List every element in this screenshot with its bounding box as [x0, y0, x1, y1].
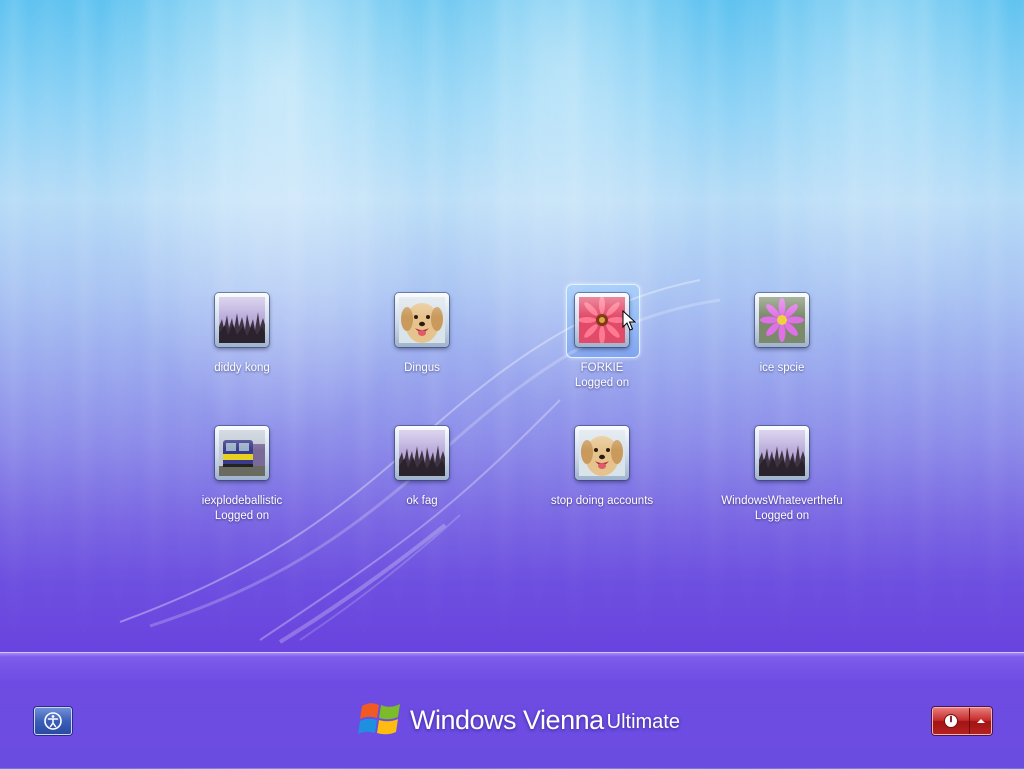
user-picture-frame[interactable] [566, 284, 640, 358]
power-icon [944, 714, 958, 728]
windows-brand-logo: Windows Vienna Ultimate [358, 696, 680, 744]
user-name: ok fag [406, 495, 438, 507]
mouse-cursor-icon [622, 310, 636, 331]
shutdown-controls [932, 707, 992, 735]
user-tile-stop-doing-accounts[interactable]: stop doing accounts [517, 426, 687, 509]
background-swirls [119, 279, 721, 644]
red-gerbera-picture [579, 297, 625, 343]
user-tile-dingus[interactable]: Dingus [337, 293, 507, 376]
user-tile-iexplodeballistic[interactable]: iexplodeballistic Logged on [157, 426, 327, 524]
golden-retriever-picture [579, 430, 625, 476]
user-name: stop doing accounts [550, 495, 654, 507]
grass-field-picture [759, 430, 805, 476]
user-picture-frame[interactable] [215, 426, 269, 480]
user-status: Logged on [754, 510, 810, 522]
train-picture [219, 430, 265, 476]
user-name: WindowsWhateverthefu [721, 495, 843, 507]
user-tile-ok-fag[interactable]: ok fag [337, 426, 507, 509]
windows-flag-icon [358, 703, 400, 735]
user-picture-frame[interactable] [395, 293, 449, 347]
user-picture-frame[interactable] [755, 293, 809, 347]
user-tile-ice-spcie[interactable]: ice spcie [697, 293, 867, 376]
ease-of-access-icon [44, 712, 62, 730]
user-tile-forkie[interactable]: FORKIE Logged on [517, 284, 687, 391]
grass-field-picture [219, 297, 265, 343]
shutdown-options-button[interactable] [970, 708, 991, 734]
user-status: Logged on [214, 510, 270, 522]
user-name: Dingus [404, 362, 440, 374]
user-name: FORKIE [580, 362, 624, 374]
grass-field-picture [399, 430, 445, 476]
brand-word-windows: Windows [410, 704, 517, 735]
brand-edition: Ultimate [606, 710, 680, 733]
ease-of-access-button[interactable] [34, 707, 72, 735]
shutdown-button[interactable] [933, 708, 970, 734]
user-status: Logged on [574, 377, 630, 389]
golden-retriever-picture [399, 297, 445, 343]
user-tile-windowswhateverthefu[interactable]: WindowsWhateverthefu Logged on [697, 426, 867, 524]
pink-flower-picture [759, 297, 805, 343]
user-name: diddy kong [214, 362, 270, 374]
brand-word-vienna: Vienna [523, 704, 604, 735]
up-arrow-icon [976, 719, 985, 723]
user-picture-frame[interactable] [215, 293, 269, 347]
user-name: iexplodeballistic [201, 495, 283, 507]
user-picture-frame[interactable] [575, 426, 629, 480]
user-tile-diddy-kong[interactable]: diddy kong [157, 293, 327, 376]
user-name: ice spcie [759, 362, 805, 374]
user-picture-frame[interactable] [395, 426, 449, 480]
user-picture-frame[interactable] [755, 426, 809, 480]
